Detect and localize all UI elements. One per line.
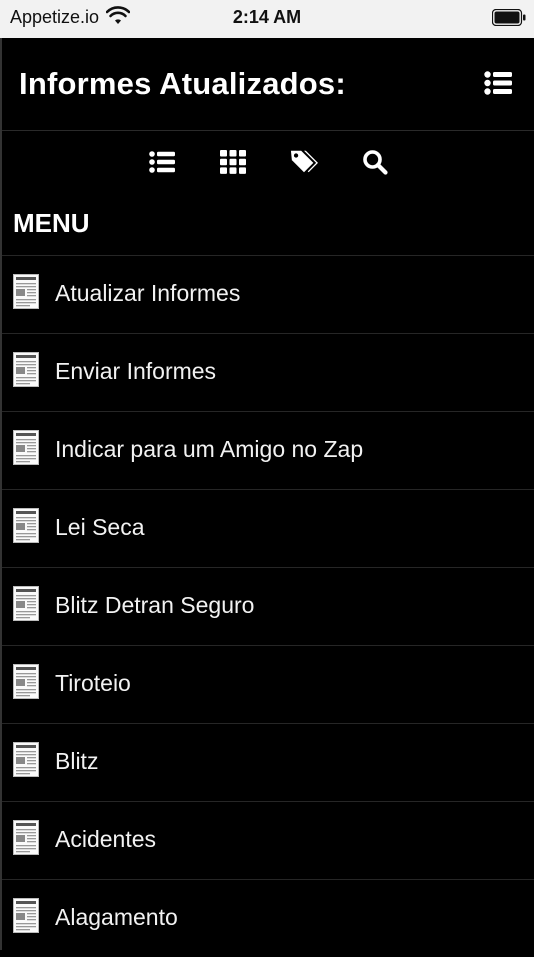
- grid-icon[interactable]: [219, 148, 247, 176]
- menu-item-label: Tiroteio: [55, 670, 131, 696]
- menu-item-tiroteio[interactable]: Tiroteio: [2, 645, 534, 723]
- app-container: Informes Atualizados: MENU Atualizar Inf…: [0, 38, 534, 950]
- header: Informes Atualizados:: [2, 38, 534, 131]
- battery-icon: [491, 8, 526, 27]
- menu-item-label: Enviar Informes: [55, 358, 217, 384]
- document-icon: [13, 430, 39, 465]
- menu-item-label: Indicar para um Amigo no Zap: [55, 436, 364, 462]
- menu-item-enviar-informes[interactable]: Enviar Informes: [2, 333, 534, 411]
- menu-item-label: Atualizar Informes: [55, 280, 241, 306]
- menu-item-atualizar-informes[interactable]: Atualizar Informes: [2, 255, 534, 333]
- page-title: Informes Atualizados:: [19, 66, 346, 101]
- list-icon[interactable]: [484, 71, 512, 95]
- menu-item-blitz-detran-seguro[interactable]: Blitz Detran Seguro: [2, 567, 534, 645]
- tags-icon[interactable]: [290, 148, 318, 176]
- clock: 2:14 AM: [232, 7, 302, 27]
- search-icon[interactable]: [361, 148, 389, 176]
- list-view-icon[interactable]: [148, 148, 176, 176]
- document-icon: [13, 274, 39, 309]
- menu-item-label: Blitz Detran Seguro: [55, 592, 255, 618]
- status-bar: Appetize.io 2:14 AM: [0, 0, 534, 38]
- menu-item-acidentes[interactable]: Acidentes: [2, 801, 534, 879]
- document-icon: [13, 742, 39, 777]
- menu-item-alagamento[interactable]: Alagamento: [2, 879, 534, 957]
- document-icon: [13, 898, 39, 933]
- menu-item-lei-seca[interactable]: Lei Seca: [2, 489, 534, 567]
- menu-item-label: Acidentes: [55, 826, 157, 852]
- menu-item-indicar-amigo[interactable]: Indicar para um Amigo no Zap: [2, 411, 534, 489]
- menu-item-label: Alagamento: [55, 904, 178, 930]
- document-icon: [13, 820, 39, 855]
- menu-title: MENU: [13, 208, 90, 238]
- document-icon: [13, 352, 39, 387]
- menu-item-label: Blitz: [55, 748, 99, 774]
- document-icon: [13, 508, 39, 543]
- menu-item-blitz[interactable]: Blitz: [2, 723, 534, 801]
- document-icon: [13, 664, 39, 699]
- toolbar: [2, 131, 534, 193]
- menu-item-label: Lei Seca: [55, 514, 145, 540]
- document-icon: [13, 586, 39, 621]
- menu-list: Atualizar Informes Enviar Informes Indic…: [2, 255, 534, 957]
